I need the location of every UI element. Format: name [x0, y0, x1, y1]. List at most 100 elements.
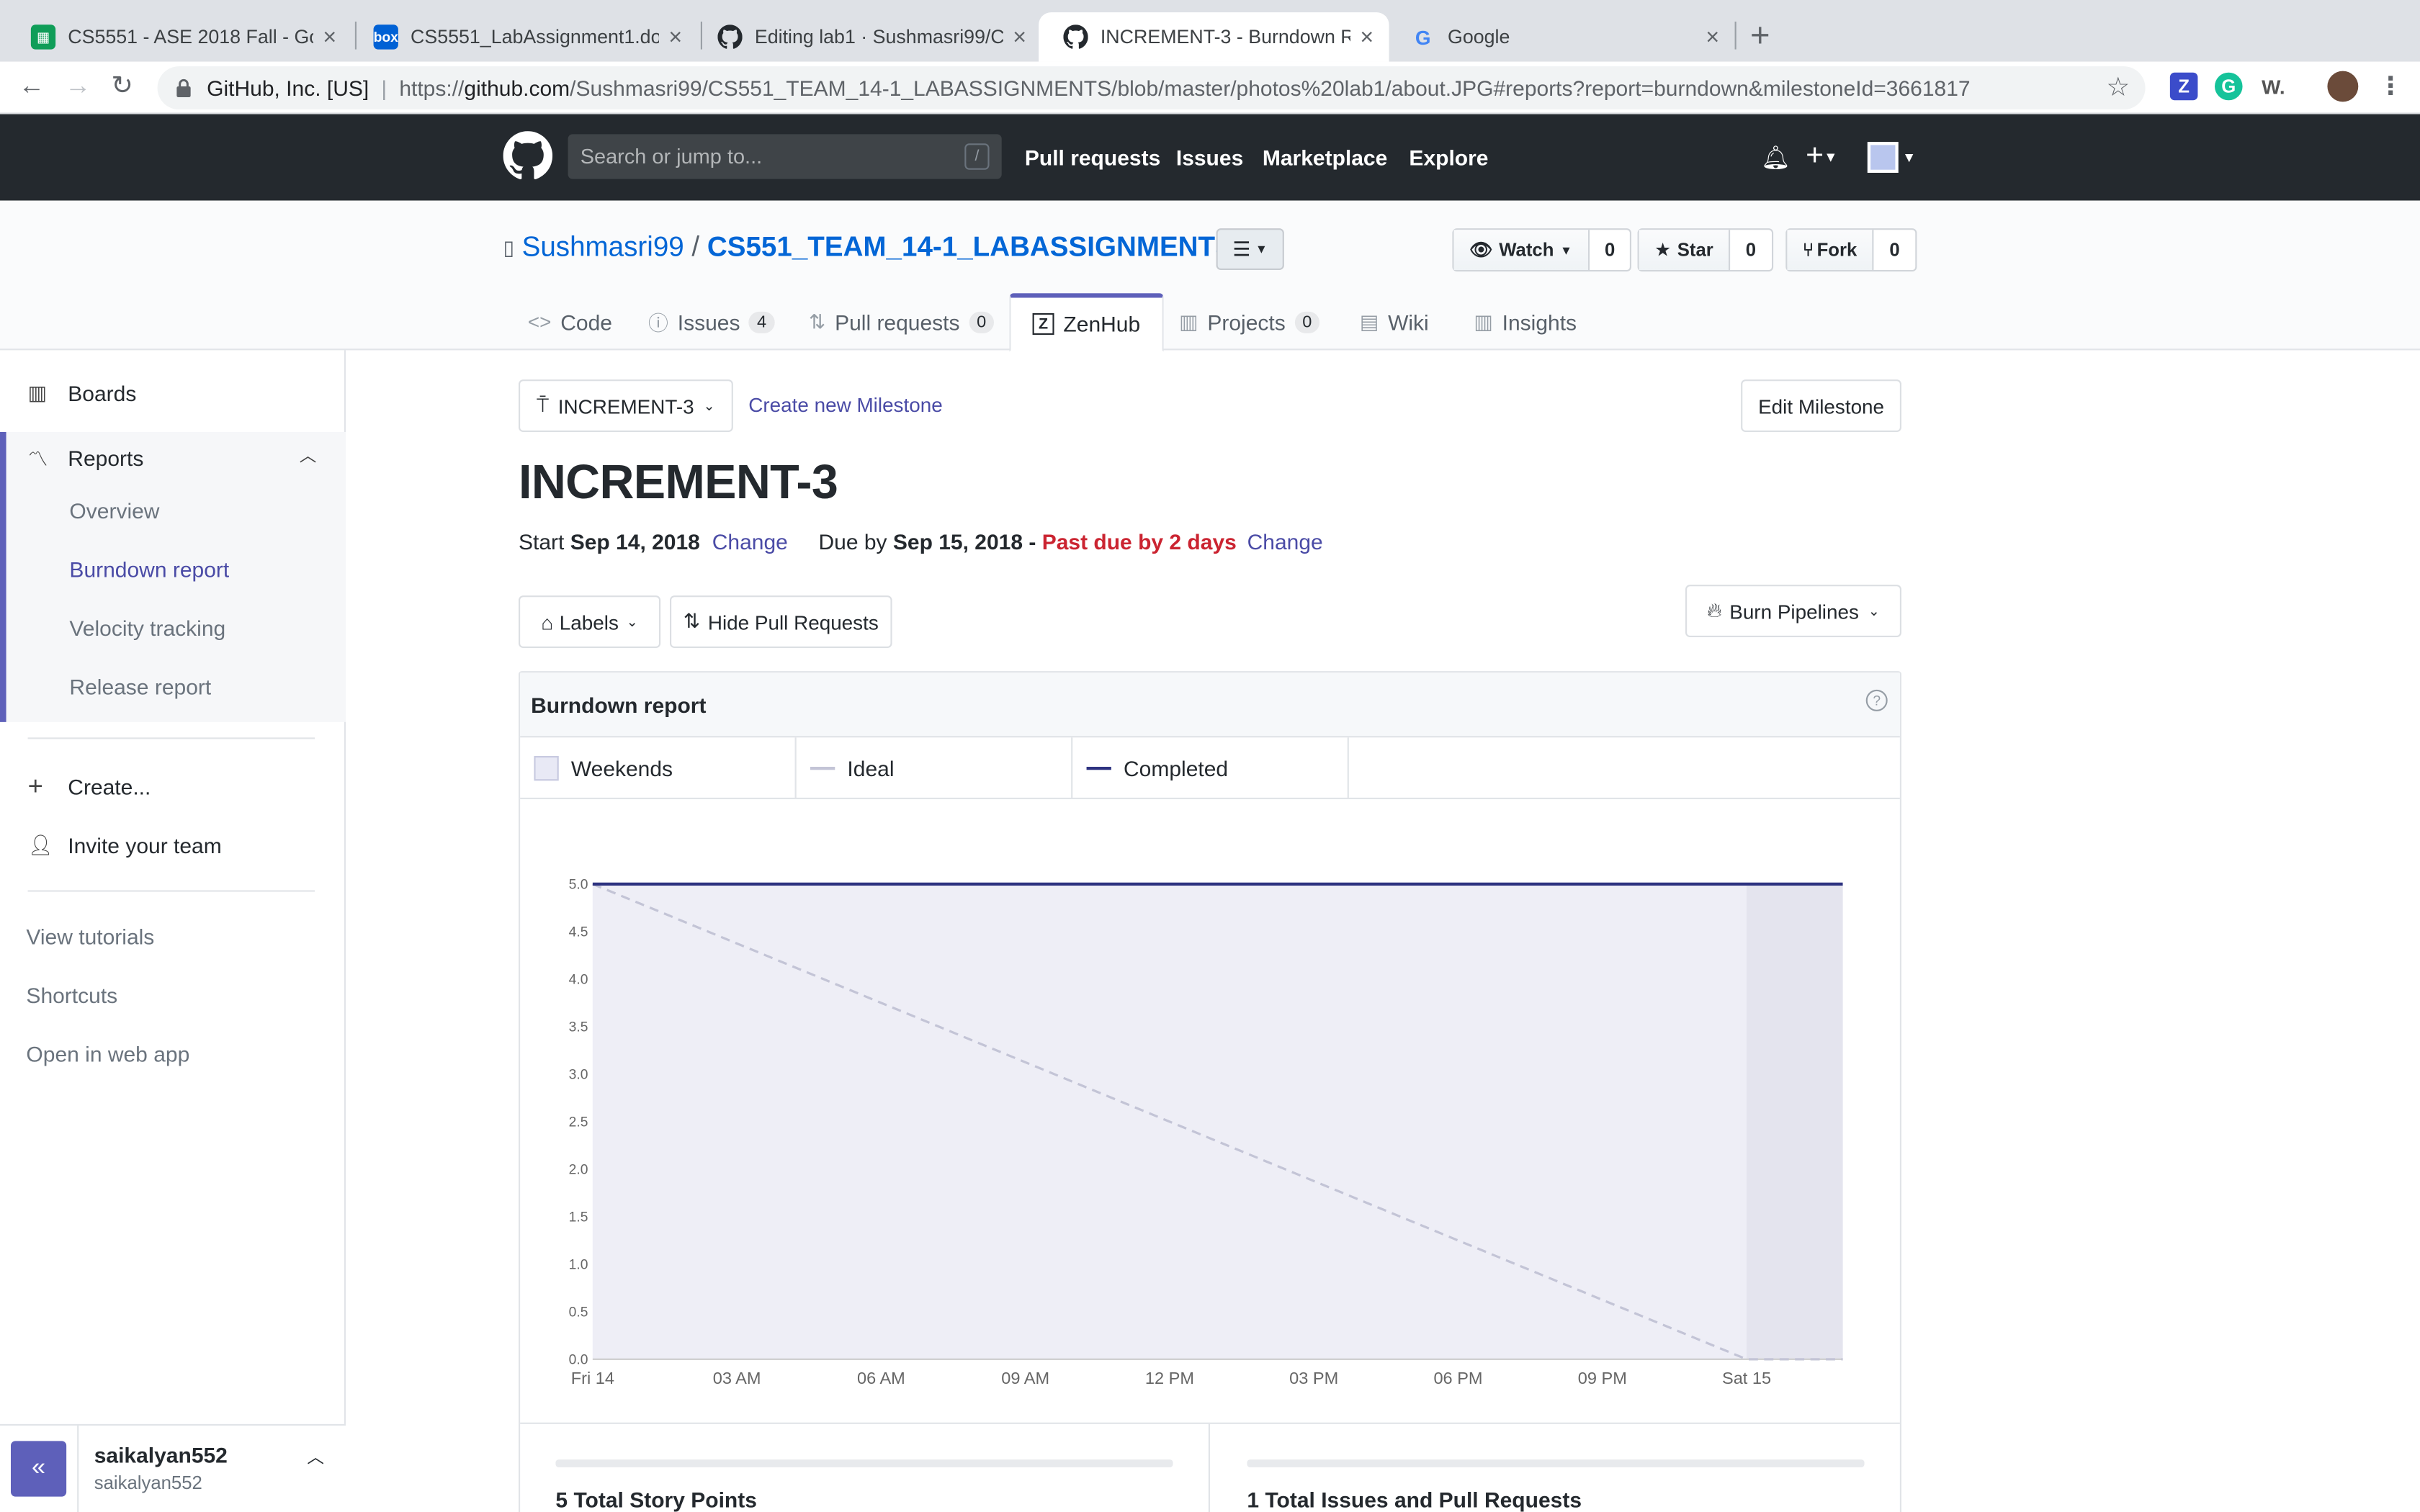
total-story-points: 5 Total Story Points	[520, 1423, 1210, 1512]
change-start-link[interactable]: Change	[712, 529, 788, 554]
plus-icon: +	[27, 771, 43, 801]
tab-projects[interactable]: ▥ Projects 0	[1179, 293, 1320, 350]
add-user-icon: 👤︎	[27, 833, 53, 857]
labels-filter-button[interactable]: ⌂ Labels ⌄	[519, 595, 661, 648]
sheets-icon: ▦	[30, 24, 56, 50]
close-icon[interactable]: ×	[1706, 24, 1719, 50]
watch-count[interactable]: 0	[1590, 230, 1631, 270]
sidebar-item-reports[interactable]: 〽 Reports	[28, 443, 144, 472]
zenhub-sidebar: ▥ Boards 〽 Reports ︿ Overview Burndown rep…	[0, 350, 346, 1512]
nav-marketplace[interactable]: Marketplace	[1263, 145, 1387, 169]
close-icon[interactable]: ×	[668, 24, 682, 50]
list-menu-button[interactable]: ☰ ▼	[1216, 228, 1284, 270]
legend-weekends[interactable]: Weekends	[520, 737, 797, 799]
weekend-swatch	[534, 756, 559, 781]
bookmark-star-icon[interactable]: ☆	[2106, 73, 2130, 104]
profile-avatar-icon[interactable]	[2327, 71, 2359, 102]
y-tick-label: 3.5	[569, 1020, 588, 1035]
browser-tab-active[interactable]: INCREMENT-3 - Burndown Rep ×	[1039, 12, 1389, 62]
issues-label: 1 Total Issues and Pull Requests	[1247, 1487, 1582, 1512]
browser-tab[interactable]: G Google ×	[1386, 12, 1734, 62]
sidebar-item-burndown-report[interactable]: Burndown report	[69, 557, 229, 582]
sidebar-item-boards[interactable]: ▥ Boards	[28, 381, 137, 405]
tab-wiki[interactable]: ▤ Wiki	[1360, 293, 1429, 350]
extension-w-icon[interactable]: W.	[2259, 73, 2287, 101]
star-count[interactable]: 0	[1730, 230, 1771, 270]
issue-icon: ⓘ	[648, 311, 668, 335]
milestone-selector[interactable]: ⍑ INCREMENT-3 ⌄	[519, 379, 733, 432]
fork-count[interactable]: 0	[1874, 230, 1915, 270]
nav-pull-requests[interactable]: Pull requests	[1025, 145, 1160, 169]
back-icon[interactable]: ←	[19, 71, 45, 102]
nav-explore[interactable]: Explore	[1409, 145, 1488, 169]
tab-title: CS5551_LabAssignment1.docx	[411, 26, 660, 48]
tab-issues[interactable]: ⓘ Issues 4	[648, 293, 774, 350]
sidebar-divider	[27, 737, 315, 739]
browser-tab[interactable]: ▦ CS5551 - ASE 2018 Fall - Goog ×	[6, 12, 352, 62]
chevron-up-icon[interactable]: ︿	[300, 443, 317, 467]
repo-owner-link[interactable]: Sushmasri99	[522, 231, 684, 264]
past-due-badge: Past due by 2 days	[1041, 529, 1237, 554]
github-header: Search or jump to... / Pull requests Iss…	[0, 114, 2420, 201]
bell-icon[interactable]: 🔔︎	[1761, 143, 1791, 171]
tab-pull-requests[interactable]: ⇅ Pull requests 0	[809, 293, 994, 350]
repo-separator: /	[691, 231, 700, 263]
edit-milestone-button[interactable]: Edit Milestone	[1741, 379, 1901, 432]
hide-pull-requests-button[interactable]: ⇅ Hide Pull Requests	[670, 595, 892, 648]
collapse-sidebar-button[interactable]: «	[11, 1441, 67, 1497]
y-tick-label: 5.0	[569, 877, 588, 892]
browser-menu-icon[interactable]: ⋮	[2377, 73, 2405, 100]
url-text: https://github.com/Sushmasri99/CS551_TEA…	[399, 76, 1971, 101]
star-button[interactable]: ★ Star 0	[1637, 228, 1773, 272]
reload-icon[interactable]: ↻	[111, 71, 133, 102]
chevron-up-icon[interactable]: ︿	[307, 1444, 324, 1469]
sidebar-item-create[interactable]: + Create...	[28, 771, 151, 802]
zenhub-icon: Z	[1032, 313, 1054, 335]
nav-issues[interactable]: Issues	[1176, 145, 1243, 169]
screen: ▦ CS5551 - ASE 2018 Fall - Goog × box CS…	[0, 0, 2420, 1512]
sidebar-item-invite[interactable]: 👤︎ Invite your team	[28, 833, 222, 858]
sidebar-item-release-report[interactable]: Release report	[69, 674, 211, 698]
user-avatar-dropdown[interactable]: ▼	[1867, 142, 1916, 173]
legend-ideal[interactable]: Ideal	[797, 737, 1073, 799]
github-logo-icon[interactable]	[503, 131, 553, 181]
sidebar-divider	[27, 890, 315, 892]
sidebar-item-overview[interactable]: Overview	[69, 498, 159, 523]
fork-icon: ⑂	[1802, 239, 1814, 261]
sidebar-link-web-app[interactable]: Open in web app	[26, 1041, 189, 1066]
issues-count: 4	[749, 310, 774, 333]
repo-name-link[interactable]: CS551_TEAM_14-1_LABASSIGNMENTS	[707, 231, 1234, 264]
legend-completed[interactable]: Completed	[1072, 737, 1349, 799]
y-tick-label: 4.0	[569, 972, 588, 987]
fork-button[interactable]: ⑂ Fork 0	[1785, 228, 1917, 272]
user-name[interactable]: saikalyan552	[94, 1443, 228, 1467]
tab-code[interactable]: <> Code	[528, 293, 612, 350]
change-due-link[interactable]: Change	[1247, 529, 1323, 554]
watch-button[interactable]: 👁︎ Watch ▼ 0	[1452, 228, 1632, 272]
chart-legend: Weekends Ideal Completed	[520, 737, 1900, 799]
help-icon[interactable]: ?	[1865, 689, 1888, 711]
browser-tab[interactable]: Editing lab1 · Sushmasri99/CS5 ×	[693, 12, 1041, 62]
close-icon[interactable]: ×	[1013, 24, 1026, 50]
burn-pipelines-button[interactable]: 🔥︎ Burn Pipelines ⌄	[1685, 585, 1901, 637]
create-milestone-link[interactable]: Create new Milestone	[748, 393, 942, 416]
due-date: Sep 15, 2018	[892, 529, 1023, 554]
forward-icon[interactable]: →	[65, 71, 91, 102]
browser-tab[interactable]: box CS5551_LabAssignment1.docx ×	[349, 12, 697, 62]
close-icon[interactable]: ×	[323, 24, 336, 50]
close-icon[interactable]: ×	[1360, 24, 1373, 50]
new-tab-button[interactable]: +	[1750, 15, 1770, 55]
address-bar[interactable]: GitHub, Inc. [US] | https://github.com/S…	[157, 66, 2146, 110]
plus-dropdown-icon[interactable]: +▼	[1806, 139, 1837, 174]
search-input[interactable]: Search or jump to... /	[568, 134, 1002, 179]
tab-zenhub[interactable]: Z ZenHub	[1009, 293, 1164, 352]
sidebar-item-velocity-tracking[interactable]: Velocity tracking	[69, 616, 225, 640]
graph-icon: ▥	[1474, 309, 1493, 333]
sidebar-link-shortcuts[interactable]: Shortcuts	[26, 983, 117, 1007]
plot-area	[592, 883, 1843, 1359]
sidebar-link-tutorials[interactable]: View tutorials	[26, 924, 154, 949]
page-title: INCREMENT-3	[519, 455, 838, 510]
grammarly-extension-icon[interactable]: G	[2215, 72, 2243, 101]
zenhub-extension-icon[interactable]: Z	[2169, 72, 2198, 101]
tab-insights[interactable]: ▥ Insights	[1474, 293, 1577, 350]
